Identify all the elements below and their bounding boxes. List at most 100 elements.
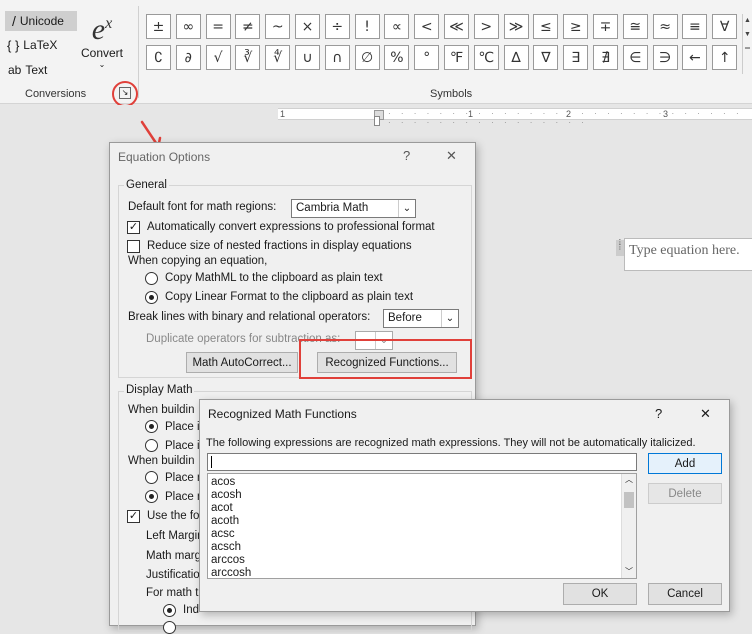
braces-icon: { } [7, 37, 20, 53]
place-radio-4[interactable] [145, 490, 158, 503]
symbol-button[interactable]: ≡ [682, 14, 708, 39]
indent-radio[interactable] [163, 604, 176, 617]
dialog-title: Recognized Math Functions [208, 407, 357, 421]
symbol-button[interactable]: ∈ [622, 45, 648, 70]
copy-mathml-label: Copy MathML to the clipboard as plain te… [165, 272, 383, 284]
default-font-select[interactable]: Cambria Math ⌄ [291, 199, 416, 218]
use-the-checkbox[interactable]: ✓ [127, 510, 140, 523]
equation-handle[interactable]: ⋮ ⋮ [616, 239, 624, 256]
add-button[interactable]: Add [648, 453, 722, 474]
list-item[interactable]: acsc [208, 528, 636, 541]
place-radio-3[interactable] [145, 471, 158, 484]
description-text: The following expressions are recognized… [206, 437, 696, 449]
list-item[interactable]: arccos [208, 554, 636, 567]
help-icon[interactable]: ? [655, 406, 662, 421]
symbol-button[interactable]: ! [354, 14, 380, 39]
auto-convert-checkbox[interactable]: ✓ [127, 221, 140, 234]
symbol-button[interactable]: ∄ [593, 45, 618, 70]
symbol-button[interactable]: ≫ [503, 14, 529, 39]
symbol-button[interactable]: ≈ [652, 14, 678, 39]
place-radio-1[interactable] [145, 420, 158, 433]
symbol-button[interactable]: ° [414, 45, 440, 70]
justification-label: Justificatio [146, 569, 200, 581]
symbol-button[interactable]: < [414, 14, 440, 39]
scroll-thumb[interactable] [624, 492, 634, 508]
list-item[interactable]: acoth [208, 515, 636, 528]
symbol-button[interactable]: % [384, 45, 410, 70]
close-icon[interactable]: ✕ [700, 406, 711, 422]
close-icon[interactable]: ✕ [446, 148, 457, 164]
symbol-button[interactable]: ≥ [563, 14, 589, 39]
symbol-button[interactable]: ∀ [712, 14, 738, 39]
symbol-button[interactable]: ≪ [444, 14, 469, 39]
delete-button[interactable]: Delete [648, 483, 722, 504]
symbol-button[interactable]: ≅ [622, 14, 648, 39]
symbol-button[interactable]: > [473, 14, 499, 39]
ribbon: / Unicode { } LaTeX ab Text ex Convert ⌄… [0, 0, 752, 107]
symbols-scroll[interactable]: ▲ ▼ ═ [742, 14, 752, 74]
symbol-button[interactable]: ≠ [235, 14, 261, 39]
symbol-button[interactable]: ℃ [473, 45, 499, 70]
symbol-button[interactable]: ∇ [533, 45, 559, 70]
symbol-button[interactable]: ℉ [444, 45, 469, 70]
symbol-button[interactable]: = [205, 14, 231, 39]
when-building-label: When buildin [128, 404, 195, 416]
chevron-down-icon[interactable]: ﹀ [622, 566, 636, 578]
symbol-button[interactable]: ← [682, 45, 708, 70]
use-the-label: Use the fo [147, 510, 200, 522]
symbol-button[interactable]: ± [146, 14, 171, 39]
for-math-label: For math t [146, 587, 199, 599]
symbol-button[interactable]: ∂ [175, 45, 201, 70]
help-icon[interactable]: ? [403, 148, 410, 163]
display-math-label: Display Math [124, 384, 195, 396]
latex-option[interactable]: { } LaTeX [7, 36, 57, 54]
symbol-button[interactable]: × [295, 14, 320, 39]
latex-label: LaTeX [23, 38, 58, 52]
symbol-button[interactable]: ~ [265, 14, 291, 39]
equation-placeholder[interactable]: Type equation here. [624, 238, 752, 271]
list-item[interactable]: acos [208, 476, 636, 489]
symbol-button[interactable]: ∪ [295, 45, 320, 70]
functions-list[interactable]: acos acosh acot acoth acsc acsch arccos arccosh… [207, 473, 637, 579]
ruler-indent-handle[interactable] [374, 116, 380, 126]
text-option[interactable]: ab Text [8, 61, 47, 79]
symbol-button[interactable]: √ [205, 45, 231, 70]
symbol-button[interactable]: ∞ [175, 14, 201, 39]
dialog-title: Equation Options [118, 150, 211, 164]
symbol-button[interactable]: ∆ [503, 45, 529, 70]
ab-icon: ab [8, 63, 22, 77]
function-input[interactable] [207, 453, 637, 471]
copy-mathml-radio[interactable] [145, 272, 158, 285]
list-item[interactable]: acot [208, 502, 636, 515]
symbol-button[interactable]: ∝ [384, 14, 410, 39]
symbol-button[interactable]: ∅ [354, 45, 380, 70]
symbol-button[interactable]: ∛ [235, 45, 261, 70]
break-lines-select[interactable]: Before ⌄ [383, 309, 459, 328]
annotation-circle [112, 81, 138, 107]
symbol-button[interactable]: ∋ [652, 45, 678, 70]
symbol-button[interactable]: ÷ [324, 14, 350, 39]
symbol-button[interactable]: ≤ [533, 14, 559, 39]
ok-button[interactable]: OK [563, 583, 637, 605]
convert-button[interactable]: ex Convert ⌄ [79, 8, 125, 78]
list-item[interactable]: acsch [208, 541, 636, 554]
unicode-option[interactable]: / Unicode [5, 11, 77, 31]
symbol-button[interactable]: ∓ [593, 14, 618, 39]
place-radio-2[interactable] [145, 439, 158, 452]
symbol-button[interactable]: ∃ [563, 45, 589, 70]
list-item[interactable]: acosh [208, 489, 636, 502]
cancel-button[interactable]: Cancel [648, 583, 722, 605]
math-autocorrect-button[interactable]: Math AutoCorrect... [186, 352, 298, 373]
symbol-button[interactable]: ↑ [712, 45, 738, 70]
symbol-button[interactable]: ∜ [265, 45, 291, 70]
list-item[interactable]: arccosh [208, 567, 636, 578]
group-divider [138, 6, 139, 98]
chevron-up-icon[interactable]: ︿ [622, 474, 636, 486]
reduce-size-checkbox[interactable] [127, 240, 140, 253]
math-margin-label: Math marg [146, 550, 201, 562]
symbol-button[interactable]: ∁ [146, 45, 171, 70]
right-radio[interactable] [163, 621, 176, 634]
list-scrollbar[interactable]: ︿ ﹀ [621, 474, 636, 578]
copy-linear-radio[interactable] [145, 291, 158, 304]
symbol-button[interactable]: ∩ [324, 45, 350, 70]
